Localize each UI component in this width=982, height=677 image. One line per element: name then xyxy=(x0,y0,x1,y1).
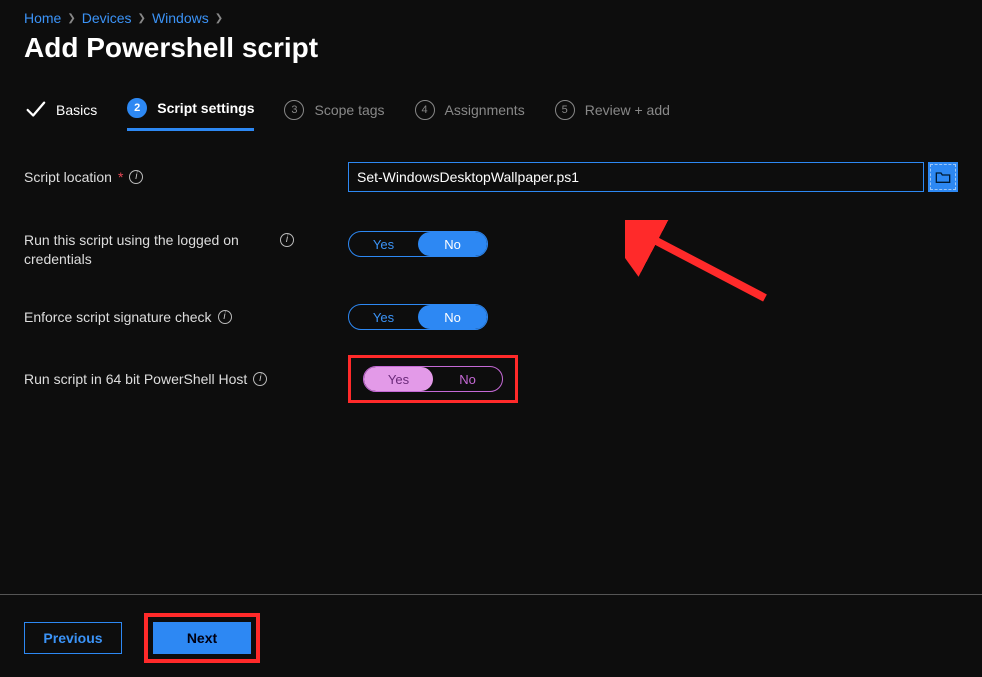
row-script-location: Script location * i xyxy=(24,157,958,197)
browse-button[interactable] xyxy=(928,162,958,192)
label-script-location: Script location xyxy=(24,168,112,187)
info-icon[interactable]: i xyxy=(129,170,143,184)
row-signature-check: Enforce script signature check i Yes No xyxy=(24,297,958,337)
toggle-64bit-host[interactable]: Yes No xyxy=(363,366,503,392)
step-basics[interactable]: Basics xyxy=(24,99,97,131)
breadcrumb-link-windows[interactable]: Windows xyxy=(152,10,209,26)
row-64bit-host: Run script in 64 bit PowerShell Host i Y… xyxy=(24,355,958,403)
step-script-settings[interactable]: 2 Script settings xyxy=(127,98,254,131)
info-icon[interactable]: i xyxy=(218,310,232,324)
previous-button[interactable]: Previous xyxy=(24,622,122,654)
breadcrumb-link-home[interactable]: Home xyxy=(24,10,61,26)
check-icon xyxy=(24,99,46,121)
label-logged-on-credentials: Run this script using the logged on cred… xyxy=(24,231,274,269)
annotation-highlight-box: Yes No xyxy=(348,355,518,403)
chevron-right-icon: ❯ xyxy=(67,13,75,24)
label-64bit-host: Run script in 64 bit PowerShell Host xyxy=(24,370,247,389)
toggle-logged-on-credentials[interactable]: Yes No xyxy=(348,231,488,257)
toggle-signature-check[interactable]: Yes No xyxy=(348,304,488,330)
toggle-option-yes[interactable]: Yes xyxy=(364,367,433,391)
toggle-option-yes[interactable]: Yes xyxy=(349,305,418,329)
step-number: 5 xyxy=(555,100,575,120)
step-scope-tags[interactable]: 3 Scope tags xyxy=(284,100,384,130)
step-label: Script settings xyxy=(157,100,254,116)
step-label: Basics xyxy=(56,102,97,118)
step-label: Assignments xyxy=(445,102,525,118)
next-button[interactable]: Next xyxy=(153,622,251,654)
script-location-input[interactable] xyxy=(348,162,924,192)
chevron-right-icon: ❯ xyxy=(215,13,223,24)
form-body: Script location * i Run this script usin… xyxy=(0,139,982,403)
toggle-option-yes[interactable]: Yes xyxy=(349,232,418,256)
folder-icon xyxy=(935,170,951,184)
toggle-option-no[interactable]: No xyxy=(418,232,487,256)
toggle-option-no[interactable]: No xyxy=(418,305,487,329)
page-title: Add Powershell script xyxy=(0,30,982,98)
info-icon[interactable]: i xyxy=(280,233,294,247)
breadcrumb: Home ❯ Devices ❯ Windows ❯ xyxy=(0,0,982,30)
step-label: Review + add xyxy=(585,102,670,118)
label-signature-check: Enforce script signature check xyxy=(24,308,212,327)
row-logged-on-credentials: Run this script using the logged on cred… xyxy=(24,231,958,271)
step-label: Scope tags xyxy=(314,102,384,118)
wizard-steps: Basics 2 Script settings 3 Scope tags 4 … xyxy=(0,98,982,139)
toggle-option-no[interactable]: No xyxy=(433,367,502,391)
annotation-highlight-box: Next xyxy=(144,613,260,663)
step-number: 4 xyxy=(415,100,435,120)
step-review-add[interactable]: 5 Review + add xyxy=(555,100,670,130)
step-number: 2 xyxy=(127,98,147,118)
info-icon[interactable]: i xyxy=(253,372,267,386)
breadcrumb-link-devices[interactable]: Devices xyxy=(82,10,132,26)
required-mark: * xyxy=(118,168,123,187)
wizard-footer: Previous Next xyxy=(0,594,982,677)
step-number: 3 xyxy=(284,100,304,120)
step-assignments[interactable]: 4 Assignments xyxy=(415,100,525,130)
chevron-right-icon: ❯ xyxy=(138,13,146,24)
